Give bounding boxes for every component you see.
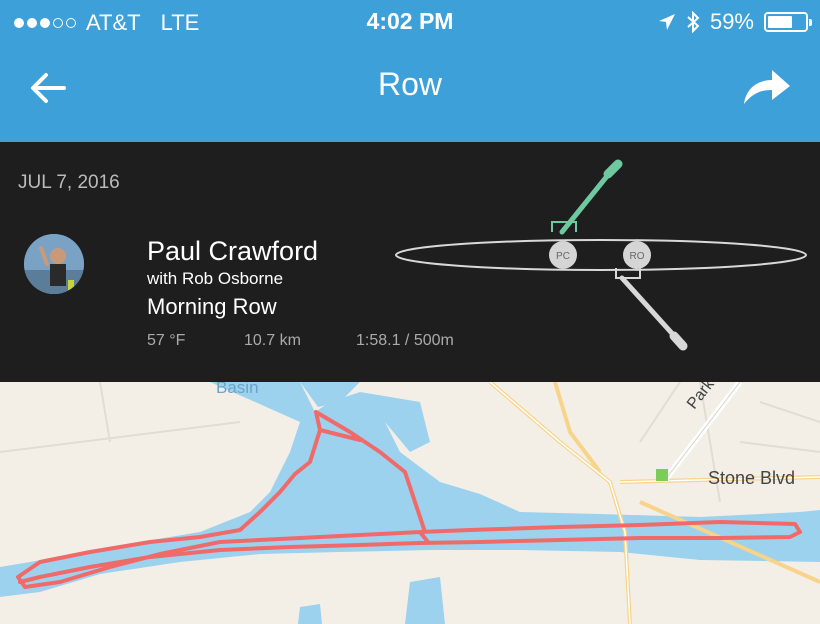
bluetooth-icon bbox=[687, 11, 700, 33]
session-date: JUL 7, 2016 bbox=[18, 172, 120, 193]
boat-diagram: PC RO bbox=[395, 159, 807, 351]
location-arrow-icon bbox=[658, 14, 675, 30]
navigation-bar: Row bbox=[0, 44, 820, 142]
temperature-stat: 57 °F bbox=[147, 332, 186, 349]
athlete-name: Paul Crawford bbox=[147, 236, 319, 266]
starboard-oar-icon bbox=[615, 268, 688, 351]
map-label-stone: Stone Blvd bbox=[708, 468, 796, 488]
share-button[interactable] bbox=[740, 64, 794, 108]
seat-pc-label: PC bbox=[556, 251, 570, 262]
partner-name: with Rob Osborne bbox=[147, 269, 284, 288]
route-map[interactable]: Basin Park Bl Stone Blvd bbox=[0, 382, 820, 624]
workout-name: Morning Row bbox=[147, 294, 277, 319]
seat-ro-label: RO bbox=[630, 251, 645, 262]
status-right: 59% bbox=[658, 9, 812, 35]
status-bar: AT&T LTE 4:02 PM 59% bbox=[0, 0, 820, 44]
port-oar-icon bbox=[551, 159, 623, 235]
map-canvas bbox=[0, 382, 820, 624]
share-arrow-icon bbox=[744, 70, 790, 104]
hull-icon bbox=[395, 239, 807, 271]
map-label-basin: Basin bbox=[216, 382, 259, 397]
page-title: Row bbox=[377, 66, 442, 102]
avatar[interactable] bbox=[24, 234, 84, 294]
distance-stat: 10.7 km bbox=[244, 332, 301, 349]
seat-ro[interactable]: RO bbox=[623, 241, 651, 269]
seat-pc[interactable]: PC bbox=[549, 241, 577, 269]
avatar-photo bbox=[24, 234, 84, 294]
battery-percent: 59% bbox=[709, 9, 754, 34]
battery-icon bbox=[764, 12, 812, 32]
